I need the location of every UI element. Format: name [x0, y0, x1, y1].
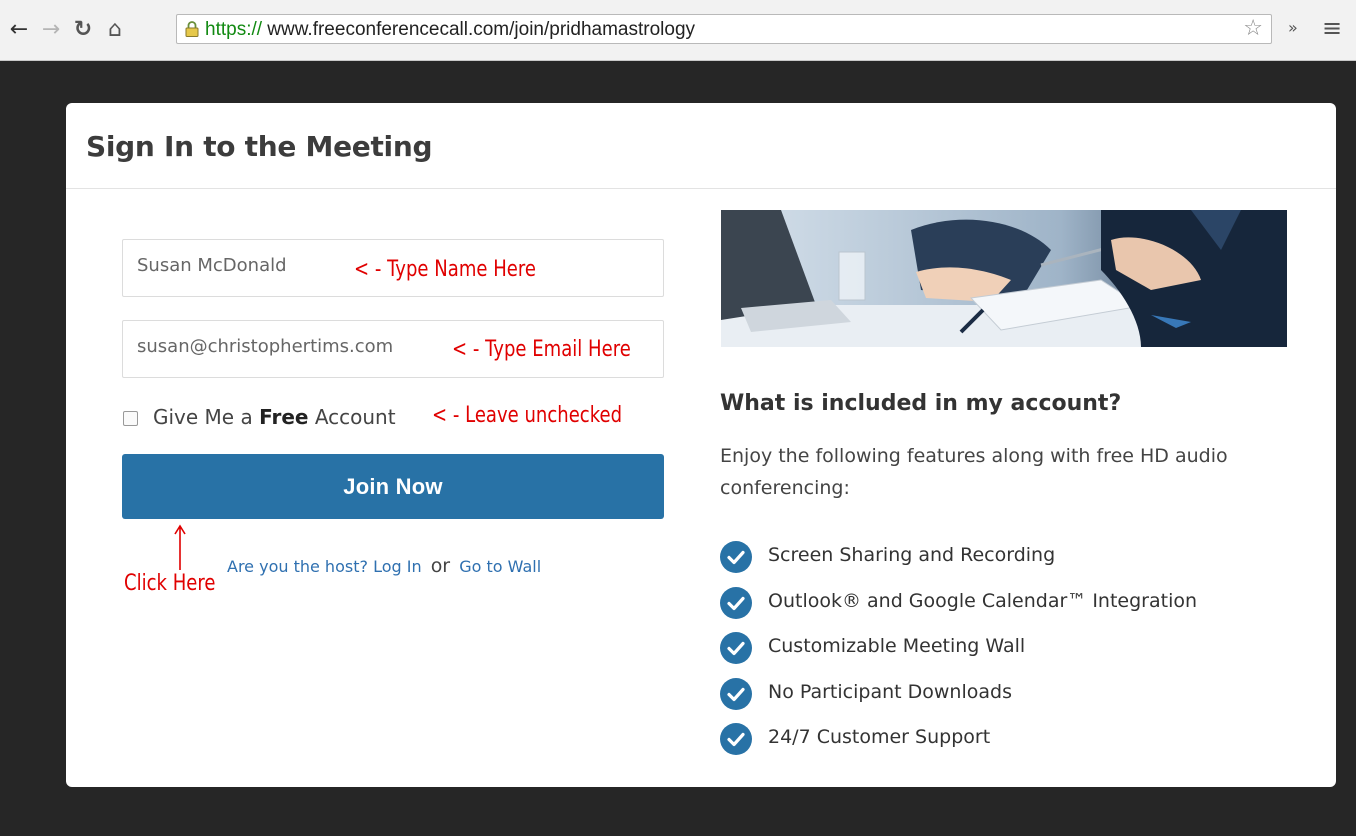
features-description: Enjoy the following features along with …	[720, 445, 1228, 499]
url-path: www.freeconferencecall.com/join/pridhama…	[262, 19, 696, 40]
card-header: Sign In to the Meeting	[66, 103, 1336, 189]
email-annotation: < - Type Email Here	[452, 337, 631, 362]
checkbox-suffix: Account	[308, 405, 396, 429]
feature-label: No Participant Downloads	[768, 680, 1012, 703]
forward-arrow-icon[interactable]: →	[38, 17, 64, 43]
address-bar[interactable]: https:// www.freeconferencecall.com/join…	[176, 14, 1272, 44]
sign-in-card: Sign In to the Meeting < - Type Name Her…	[66, 103, 1336, 787]
reload-icon[interactable]: ↻	[70, 17, 96, 43]
click-annotation: Click Here	[124, 571, 216, 596]
overflow-icon[interactable]: »	[1288, 18, 1298, 37]
host-line: Are you the host? Log In or Go to Wall	[227, 555, 541, 577]
check-circle-icon	[720, 723, 752, 755]
or-label: or	[430, 555, 451, 577]
page-title: Sign In to the Meeting	[86, 130, 433, 163]
login-link[interactable]: Log In	[373, 557, 422, 576]
checkbox-annotation: < - Leave unchecked	[432, 403, 623, 428]
features-title: What is included in my account?	[720, 391, 1122, 416]
check-circle-icon	[720, 541, 752, 573]
check-circle-icon	[720, 677, 752, 710]
url-scheme: https://	[205, 19, 263, 40]
feature-label: Customizable Meeting Wall	[768, 635, 1026, 657]
join-now-button[interactable]: Join Now	[122, 454, 664, 519]
feature-label: Outlook® and Google Calendar™ Integratio…	[768, 589, 1198, 612]
feature-label: Screen Sharing and Recording	[768, 544, 1056, 566]
email-input[interactable]	[137, 336, 437, 357]
host-prompt-link[interactable]: Are you the host?	[227, 557, 368, 576]
url-text: https:// www.freeconferencecall.com/join…	[205, 19, 695, 41]
back-arrow-icon[interactable]: ←	[6, 17, 32, 43]
menu-icon[interactable]: ≡	[1322, 14, 1342, 42]
home-icon[interactable]: ⌂	[102, 17, 128, 43]
business-meeting-illustration	[721, 210, 1287, 347]
name-annotation: < - Type Name Here	[354, 257, 537, 282]
browser-toolbar: ← → ↻ ⌂ https:// www.freeconferencecall.…	[0, 0, 1356, 61]
feature-label: 24/7 Customer Support	[768, 726, 991, 748]
arrow-up-icon	[174, 524, 186, 570]
hero-image	[721, 210, 1287, 347]
star-icon[interactable]: ☆	[1243, 17, 1263, 41]
free-account-label[interactable]: Give Me a Free Account	[153, 405, 396, 429]
lock-icon	[185, 21, 199, 37]
checkbox-prefix: Give Me a	[153, 405, 260, 429]
go-to-wall-link[interactable]: Go to Wall	[459, 557, 541, 576]
check-circle-icon	[720, 586, 752, 619]
free-account-checkbox[interactable]	[123, 411, 138, 426]
checkbox-bold: Free	[259, 405, 309, 429]
check-circle-icon	[720, 632, 752, 664]
